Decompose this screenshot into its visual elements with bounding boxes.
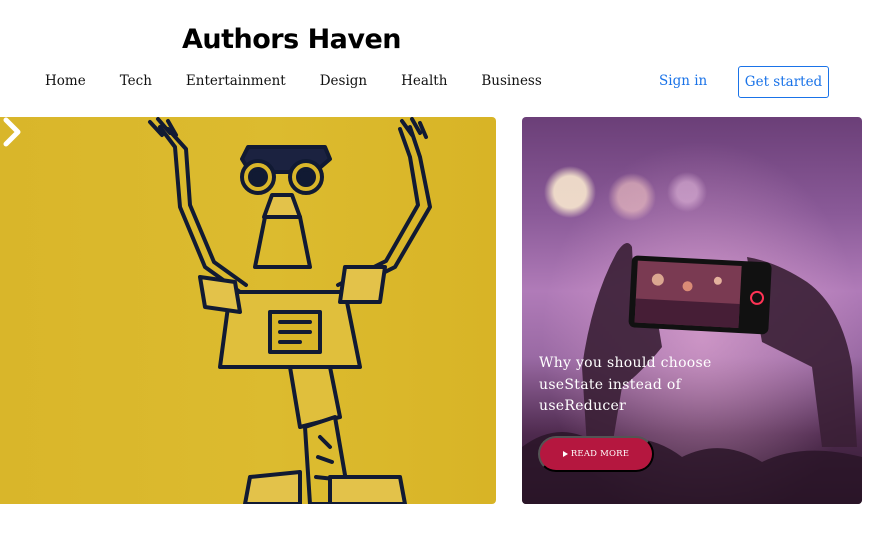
nav-item-business[interactable]: Business [481,73,541,89]
brand-logo[interactable]: Authors Haven [182,24,402,55]
nav-item-tech[interactable]: Tech [120,73,152,89]
featured-post-card[interactable]: Why you should choose useState instead o… [522,117,862,504]
read-more-label: READ MORE [570,449,630,459]
nav-item-home[interactable]: Home [45,73,86,89]
post-title[interactable]: Why you should choose useState instead o… [539,353,739,418]
get-started-button[interactable]: Get started [738,66,829,98]
nav-item-design[interactable]: Design [320,73,367,89]
chevron-right-icon[interactable] [0,117,24,147]
category-nav: Home Tech Entertainment Design Health Bu… [45,73,576,89]
nav-item-health[interactable]: Health [401,73,447,89]
play-icon [562,451,568,457]
nav-item-entertainment[interactable]: Entertainment [186,73,286,89]
read-more-button[interactable]: READ MORE [538,436,654,472]
robot-illustration [148,117,432,504]
sign-in-link[interactable]: Sign in [659,73,707,89]
hero-carousel[interactable] [0,117,496,504]
